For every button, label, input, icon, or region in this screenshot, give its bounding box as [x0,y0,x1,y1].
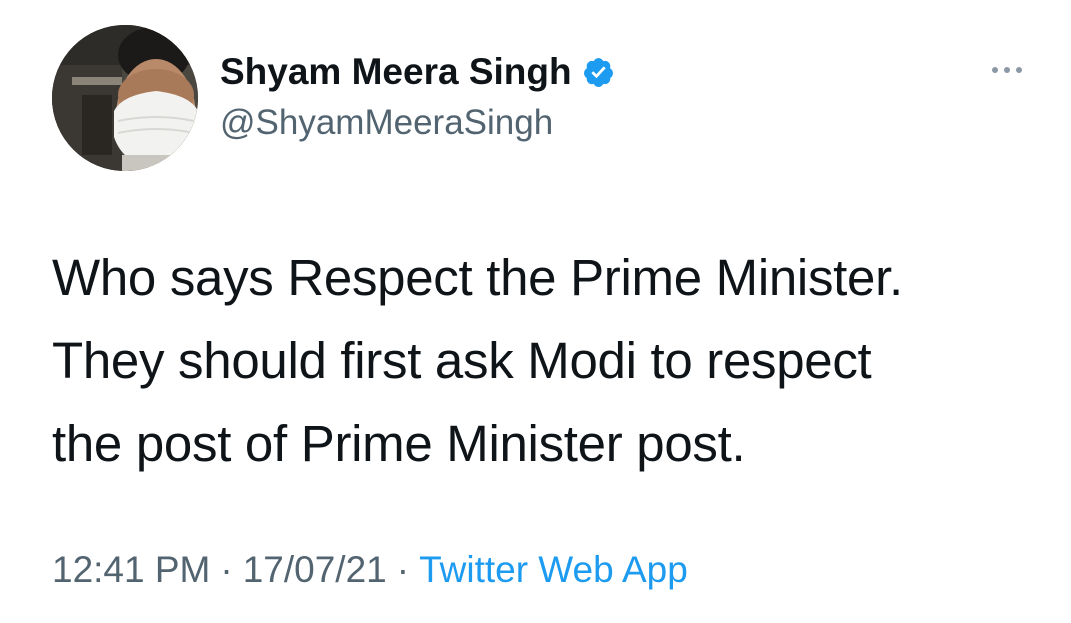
tweet-meta: 12:41 PM · 17/07/21 · Twitter Web App [52,545,688,595]
meta-separator: · [396,549,410,590]
more-options-icon[interactable] [985,58,1029,82]
display-name[interactable]: Shyam Meera Singh [220,50,572,94]
meta-separator: · [220,549,233,590]
avatar[interactable] [52,25,198,171]
tweet-text: Who says Respect the Prime Minister. The… [52,236,1042,485]
tweet-card: Shyam Meera Singh @ShyamMeeraSingh Who s… [0,0,1071,623]
author-handle[interactable]: @ShyamMeeraSingh [220,102,615,144]
tweet-date[interactable]: 17/07/21 [243,549,387,590]
verified-badge-icon [582,56,615,89]
tweet-text-line: Who says Respect the Prime Minister. [52,249,903,306]
avatar-photo [52,25,198,171]
tweet-text-line: They should first ask Modi to respect [52,332,872,389]
tweet-text-line: the post of Prime Minister post. [52,415,746,472]
author-info: Shyam Meera Singh @ShyamMeeraSingh [220,50,615,144]
display-name-row[interactable]: Shyam Meera Singh [220,50,615,94]
tweet-time[interactable]: 12:41 PM [52,549,210,590]
tweet-source-link[interactable]: Twitter Web App [419,549,688,590]
